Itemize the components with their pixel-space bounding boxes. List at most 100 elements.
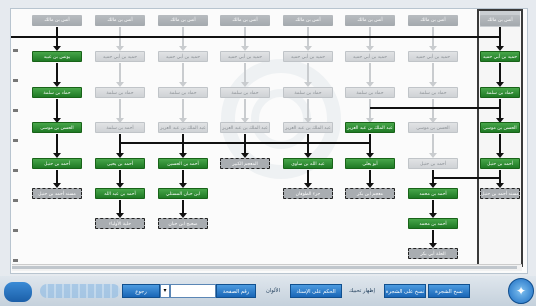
chain-source-node[interactable]: صحيح ابن حبان bbox=[158, 218, 208, 229]
chain-node[interactable]: الحسن بن موسى bbox=[32, 122, 82, 133]
chain-node[interactable]: حماد بن سلمة bbox=[158, 87, 208, 98]
chain-arrow bbox=[496, 27, 504, 51]
connector-line bbox=[370, 107, 500, 109]
chain-node[interactable]: أنس بن مالك bbox=[220, 15, 270, 26]
chain-node[interactable]: عبد الملك بن عبد العزيز bbox=[345, 122, 395, 133]
chain-node[interactable]: حميد بن أبي حميد bbox=[95, 51, 145, 62]
chain-source-node[interactable]: حلية الأولياء bbox=[95, 218, 145, 229]
chain-arrow bbox=[366, 134, 374, 158]
chain-arrow bbox=[304, 99, 312, 123]
chain-node[interactable]: يونس بن عبيد bbox=[32, 51, 82, 62]
chain-source-node[interactable]: المعجم الكبير bbox=[220, 158, 270, 169]
judge-chain-button[interactable]: الحكم على الإسناد bbox=[290, 284, 342, 298]
chain-arrow bbox=[116, 170, 124, 188]
chain-node[interactable]: أنس بن مالك bbox=[283, 15, 333, 26]
horizontal-scrollbar[interactable] bbox=[12, 264, 522, 271]
chain-arrow bbox=[179, 134, 187, 158]
chain-node[interactable]: حماد بن سلمة bbox=[220, 87, 270, 98]
app-logo-icon[interactable]: ✦ bbox=[508, 278, 534, 304]
chain-node[interactable]: أنس بن مالك bbox=[32, 15, 82, 26]
chain-node[interactable]: حماد بن سلمة bbox=[32, 87, 82, 98]
chain-arrow bbox=[241, 99, 249, 123]
chain-arrow bbox=[429, 200, 437, 218]
chain-node[interactable]: أحمد بن حنبل bbox=[32, 158, 82, 169]
chain-node[interactable]: حميد بن أبي حميد bbox=[158, 51, 208, 62]
chain-node[interactable]: أنس بن مالك bbox=[408, 15, 458, 26]
chain-node[interactable]: أحمد بن عبد الله bbox=[95, 188, 145, 199]
chain-node[interactable]: الحسن بن موسى bbox=[480, 122, 520, 133]
chain-node[interactable]: حماد بن سلمة bbox=[95, 87, 145, 98]
chain-arrow bbox=[304, 170, 312, 188]
chain-node[interactable]: الحسن بن موسى bbox=[408, 122, 458, 133]
chain-node[interactable]: أبو يعلى bbox=[345, 158, 395, 169]
page-number-input[interactable] bbox=[170, 284, 216, 298]
chain-node[interactable]: عبد الملك بن عبد العزيز bbox=[283, 122, 333, 133]
toolbar-left-cap bbox=[4, 282, 32, 302]
page-number-label: رقم الصفحة bbox=[216, 284, 256, 298]
chain-arrow bbox=[179, 99, 187, 123]
chain-arrow bbox=[241, 134, 249, 158]
toolbar-decoration bbox=[40, 284, 120, 298]
chain-node[interactable]: أنس بن مالك bbox=[95, 15, 145, 26]
copy-tree-button[interactable]: نسخ على الشجرة bbox=[384, 284, 426, 298]
chain-node[interactable]: أحمد بن سلمة bbox=[95, 122, 145, 133]
chain-arrow bbox=[53, 134, 61, 158]
chain-node[interactable]: أنس بن مالك bbox=[480, 15, 520, 26]
chain-node[interactable]: حماد بن سلمة bbox=[345, 87, 395, 98]
chain-source-node[interactable]: جزء الطوفان bbox=[283, 188, 333, 199]
scrollbar-thumb[interactable] bbox=[12, 266, 517, 269]
chain-source-node[interactable]: مسند أحمد بن حنبل bbox=[32, 188, 82, 199]
chain-arrow bbox=[304, 134, 312, 158]
print-tree-button[interactable]: نسخ الشجرة bbox=[428, 284, 470, 298]
chain-arrow bbox=[496, 63, 504, 87]
chain-node[interactable]: حماد بن سلمة bbox=[408, 87, 458, 98]
chain-node[interactable]: حماد بن سلمة bbox=[283, 87, 333, 98]
connector-line bbox=[433, 177, 499, 179]
chain-node[interactable]: أنس بن مالك bbox=[345, 15, 395, 26]
colors-button[interactable]: الألوان bbox=[258, 284, 288, 298]
chain-arrow bbox=[429, 230, 437, 248]
chain-arrow bbox=[429, 63, 437, 87]
diagram-canvas: أنس بن مالك حميد بن أبي حميد حماد بن سلم… bbox=[10, 8, 528, 274]
chain-node[interactable]: أنس بن مالك bbox=[158, 15, 208, 26]
connector-line bbox=[11, 36, 499, 38]
chain-node[interactable]: حميد بن أبي حميد bbox=[283, 51, 333, 62]
chain-node[interactable]: أحمد بن محمد bbox=[408, 218, 458, 229]
chain-arrow bbox=[429, 134, 437, 158]
chain-node[interactable]: أحمد بن الحسين bbox=[158, 158, 208, 169]
chain-arrow bbox=[116, 200, 124, 218]
chain-arrow bbox=[53, 170, 61, 188]
chain-node[interactable]: عبد الله بن ساوي bbox=[283, 158, 333, 169]
back-button[interactable]: رجوع bbox=[122, 284, 160, 298]
connector-line bbox=[119, 142, 370, 144]
chain-node[interactable]: عبد الملك بن عبد العزيز bbox=[220, 122, 270, 133]
chain-node[interactable]: عبد الملك بن عبد العزيز bbox=[158, 122, 208, 133]
chain-arrow bbox=[116, 134, 124, 158]
chain-node[interactable]: أحمد بن يحيى bbox=[95, 158, 145, 169]
chain-arrow bbox=[179, 200, 187, 218]
chain-node[interactable]: أحمد بن محمد bbox=[408, 188, 458, 199]
chain-arrow bbox=[53, 63, 61, 87]
show-narrators-button[interactable]: إظهار تحبيك bbox=[342, 284, 382, 298]
chain-node[interactable]: حميد بن أبي حميد bbox=[345, 51, 395, 62]
chain-arrow bbox=[429, 99, 437, 123]
chain-node[interactable]: أحمد بن حنبل bbox=[408, 158, 458, 169]
chain-node[interactable]: أحمد بن حنبل bbox=[480, 158, 520, 169]
chain-arrow bbox=[366, 99, 374, 123]
chain-node[interactable]: حميد بن أبي حميد bbox=[220, 51, 270, 62]
chain-node[interactable]: ابن حبان المستلي bbox=[158, 188, 208, 199]
chain-source-node[interactable]: مسند أحمد بن حنبل bbox=[480, 188, 520, 199]
chain-arrow bbox=[241, 63, 249, 87]
chain-source-node[interactable]: معجم ابن بكر bbox=[345, 188, 395, 199]
chain-source-node[interactable]: الحلة أبي بكر bbox=[408, 248, 458, 259]
vertical-ruler bbox=[13, 19, 18, 269]
chain-arrow bbox=[366, 63, 374, 87]
chain-arrow bbox=[496, 99, 504, 123]
page-select[interactable]: ▾ bbox=[160, 284, 170, 298]
chain-node[interactable]: حميد بن أبي حميد bbox=[408, 51, 458, 62]
chain-arrow bbox=[496, 134, 504, 158]
chain-arrow bbox=[179, 63, 187, 87]
chain-node[interactable]: حميد بن أبي حميد bbox=[480, 51, 520, 62]
chain-arrow bbox=[53, 99, 61, 123]
chain-node[interactable]: حماد بن سلمة bbox=[480, 87, 520, 98]
